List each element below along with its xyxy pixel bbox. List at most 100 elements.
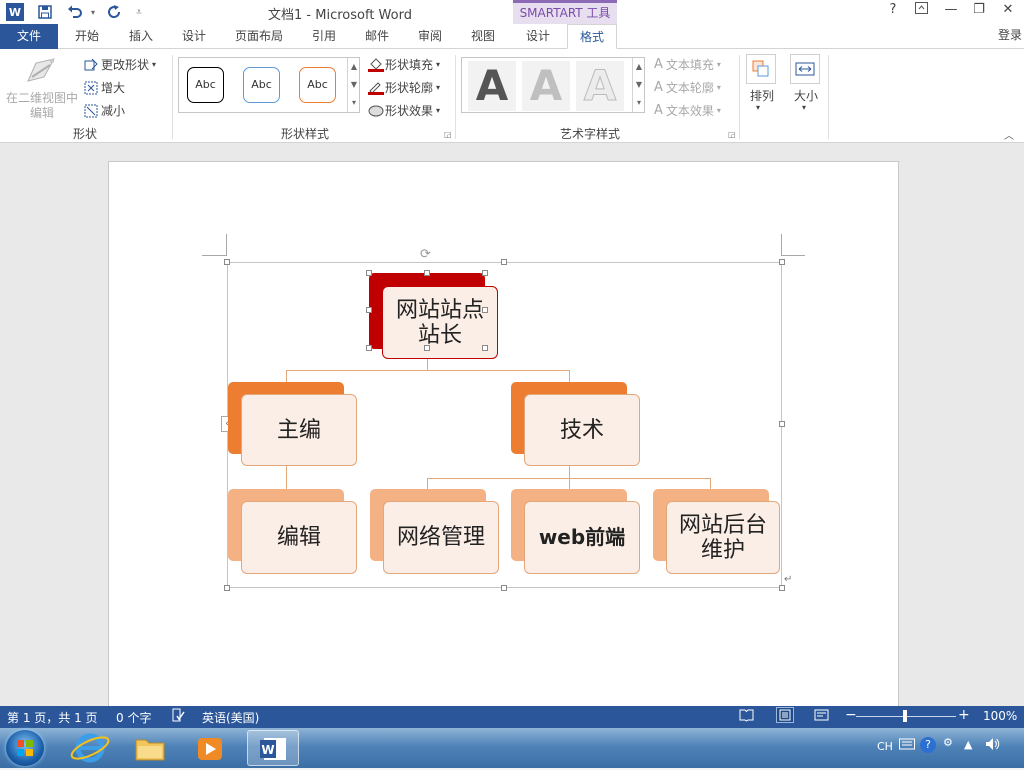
gallery-more-icon[interactable]: ▾ [632,94,645,112]
collapse-ribbon-icon[interactable]: ︿ [1004,127,1014,142]
restore-icon[interactable]: ❐ [966,2,992,22]
print-layout-icon[interactable] [776,707,794,723]
tab-mailings[interactable]: 邮件 [354,24,400,48]
start-button-icon[interactable] [6,730,44,766]
level3-node-editing[interactable]: 编辑 [241,501,357,574]
tab-smartart-design[interactable]: 设计 [515,24,561,48]
ribbon-display-options-icon[interactable] [908,2,934,22]
shape-style-3[interactable]: Abc [299,67,336,103]
resize-handle[interactable] [779,259,785,265]
chevron-down-icon: ▾ [716,106,721,115]
change-shape-icon [84,58,98,72]
tab-design[interactable]: 设计 [171,24,217,48]
zoom-out-icon[interactable]: − [845,707,857,723]
resize-handle[interactable] [224,259,230,265]
gallery-scroll-down-icon[interactable]: ▼ [632,76,645,94]
resize-handle[interactable] [501,259,507,265]
media-player-icon[interactable] [184,730,236,766]
close-icon[interactable]: ✕ [995,2,1021,22]
signin-link[interactable]: 登录 [998,26,1022,43]
level3-node-backend-maintenance[interactable]: 网站后台 维护 [666,501,780,574]
level3-node-network-admin[interactable]: 网络管理 [383,501,499,574]
shape-effects-button[interactable]: 形状效果 ▾ [368,102,440,119]
language-indicator[interactable]: 英语(美国) [202,709,259,726]
root-node[interactable]: 网站站点 站长 [382,286,498,359]
level3-node-web-frontend[interactable]: web前端 [524,501,640,574]
zoom-in-icon[interactable]: + [958,707,970,723]
tab-insert[interactable]: 插入 [118,24,164,48]
chevron-down-icon: ▾ [152,60,157,69]
tab-page-layout[interactable]: 页面布局 [226,24,292,48]
connector-line [569,466,570,478]
internet-explorer-icon[interactable] [64,730,116,766]
resize-handle[interactable] [366,345,372,351]
help-circle-icon[interactable]: ? [920,737,936,753]
wordart-style-1[interactable]: A [468,61,516,111]
tab-home[interactable]: 开始 [64,24,110,48]
shape-fill-button[interactable]: 形状填充 ▾ [368,56,440,73]
shape-outline-button[interactable]: 形状轮廓 ▾ [368,79,440,96]
chevron-down-icon: ▾ [716,60,721,69]
text-fill-label: 文本填充 [665,58,714,72]
smartart-tools-label: SMARTART 工具 [513,0,617,24]
rotate-handle-icon[interactable]: ⟳ [420,247,431,262]
resize-handle[interactable] [779,585,785,591]
shape-style-2[interactable]: Abc [243,67,280,103]
read-mode-icon[interactable] [739,708,754,725]
word-count[interactable]: 0 个字 [116,709,151,726]
text-effects-button[interactable]: A 文本效果 ▾ [654,102,721,119]
ime-options-icon[interactable]: ⚙ [943,736,953,749]
word-taskbar-icon[interactable]: W [247,730,299,766]
tab-file[interactable]: 文件 [0,24,58,49]
resize-handle[interactable] [366,307,372,313]
resize-handle[interactable] [224,585,230,591]
resize-handle[interactable] [424,345,430,351]
wordart-style-3[interactable]: A [576,61,624,111]
size-button[interactable]: 大小 [786,87,826,104]
shape-style-1[interactable]: Abc [187,67,224,103]
tab-view[interactable]: 视图 [460,24,506,48]
text-outline-button[interactable]: A 文本轮廓 ▾ [654,79,721,96]
status-bar: 第 1 页，共 1 页 0 个字 英语(美国) − + 100% [0,706,1024,728]
resize-handle[interactable] [482,270,488,276]
level2-node-chief-editor[interactable]: 主编 [241,394,357,466]
gallery-scroll-down-icon[interactable]: ▼ [347,76,360,94]
resize-handle[interactable] [501,585,507,591]
text-outline-icon: A [654,80,663,95]
chevron-down-icon: ▾ [436,106,441,115]
edit-in-2d-button[interactable]: 在二维视图中编辑 [4,91,80,121]
proofing-icon[interactable] [171,708,185,725]
larger-button[interactable]: 增大 [84,79,125,96]
dialog-launcher-icon[interactable]: ◲ [444,130,452,139]
volume-icon[interactable] [985,737,1001,754]
ime-indicator[interactable]: CH [877,740,893,753]
text-fill-button[interactable]: A 文本填充 ▾ [654,56,721,73]
tab-review[interactable]: 审阅 [407,24,453,48]
minimize-icon[interactable]: — [938,2,964,22]
page-count[interactable]: 第 1 页，共 1 页 [7,709,98,726]
wordart-style-2[interactable]: A [522,61,570,111]
gallery-more-icon[interactable]: ▾ [347,94,360,112]
level2-node-tech[interactable]: 技术 [524,394,640,466]
resize-handle[interactable] [779,421,785,427]
file-explorer-icon[interactable] [124,730,176,766]
resize-handle[interactable] [424,270,430,276]
show-hidden-icons-icon[interactable]: ▲ [964,738,972,751]
smaller-button[interactable]: 减小 [84,102,125,119]
resize-handle[interactable] [482,345,488,351]
tab-references[interactable]: 引用 [301,24,347,48]
resize-handle[interactable] [366,270,372,276]
zoom-slider-thumb[interactable] [903,710,907,722]
keyboard-icon[interactable] [899,738,915,753]
help-icon[interactable]: ? [880,2,906,22]
zoom-level[interactable]: 100% [983,709,1017,723]
dialog-launcher-icon[interactable]: ◲ [728,130,736,139]
arrange-button[interactable]: 排列 [742,87,782,104]
change-shape-label: 更改形状 [101,58,150,72]
resize-handle[interactable] [482,307,488,313]
tab-smartart-format[interactable]: 格式 [567,24,617,49]
gallery-scroll-up-icon[interactable]: ▲ [347,58,360,76]
web-layout-icon[interactable] [814,708,829,725]
gallery-scroll-up-icon[interactable]: ▲ [632,58,645,76]
change-shape-button[interactable]: 更改形状 ▾ [84,56,156,73]
